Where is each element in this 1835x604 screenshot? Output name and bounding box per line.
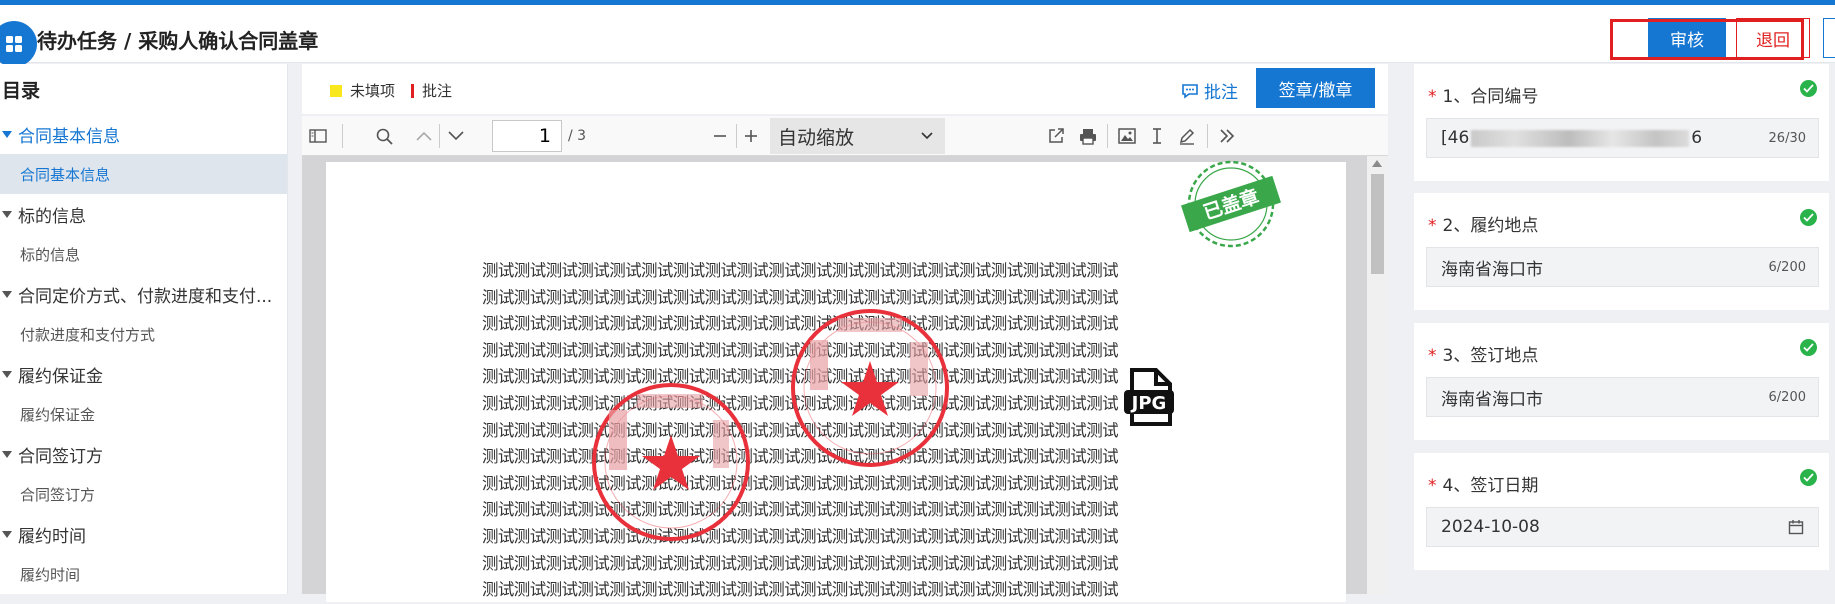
field-label: * 4、签订日期 (1428, 476, 1539, 496)
annotation-swatch (411, 83, 415, 98)
toc-sub-item[interactable]: 合同签订方 (0, 474, 287, 514)
redacted-text (1471, 129, 1690, 147)
unfilled-swatch (330, 84, 342, 97)
caret-down-icon (2, 210, 12, 218)
chevron-down-icon (921, 132, 933, 140)
caret-down-icon (2, 450, 12, 458)
caret-down-icon (2, 290, 12, 298)
scroll-up-icon[interactable] (1372, 160, 1382, 167)
toc-item-label: 履约时间 (18, 526, 86, 547)
company-seal-1 (592, 383, 750, 541)
toc-sub-item[interactable]: 合同基本信息 (0, 154, 287, 194)
toc-group-item[interactable]: 合同签订方 (0, 434, 287, 474)
sign-button[interactable]: 签章/撤章 (1256, 68, 1375, 108)
check-icon (1800, 80, 1817, 97)
toc-sidebar: 目录 合同基本信息 合同基本信息 标的信息 标的信息 合同定价方式、付款进度和支付...… (0, 64, 288, 594)
toc-item-label: 合同签订方 (18, 446, 103, 467)
annotate-button[interactable]: 批注 (1181, 78, 1238, 103)
document-viewer: 未填项 批注 批注 签章/撤章 / 3 (302, 64, 1388, 602)
zoom-select[interactable]: 自动缩放 (770, 118, 945, 154)
image-icon[interactable] (1115, 125, 1139, 147)
jpg-file-icon[interactable]: JPG (1122, 368, 1176, 428)
chevron-up-icon[interactable] (412, 125, 436, 147)
toc-group-item[interactable]: 履约保证金 (0, 354, 287, 394)
field-label: * 2、履约地点 (1428, 216, 1539, 236)
toc-item-label: 履约时间 (20, 565, 81, 584)
toc-sub-item[interactable]: 付款进度和支付方式 (0, 314, 287, 354)
more-tools-icon[interactable] (1215, 125, 1239, 147)
toc-item-label: 合同基本信息 (20, 165, 111, 184)
field-performance-location: * 2、履约地点 海南省海口市 6/200 (1414, 193, 1829, 310)
annotate-label: 批注 (1204, 83, 1238, 103)
toc-item-label: 履约保证金 (20, 405, 96, 424)
pdf-toolbar: / 3 自动缩放 (302, 116, 1388, 156)
zoom-in-icon[interactable] (739, 125, 763, 147)
toc-sub-item[interactable]: 履约保证金 (0, 394, 287, 434)
pen-icon[interactable] (1175, 125, 1199, 147)
field-label: * 1、合同编号 (1428, 87, 1539, 107)
check-icon (1800, 209, 1817, 226)
pdf-canvas-area: 测试测试测试测试测试测试测试测试测试测试测试测试测试测试测试测试测试测试测试测试… (302, 156, 1388, 602)
caret-down-icon (2, 530, 12, 538)
print-icon[interactable] (1076, 125, 1100, 147)
toc-group-item[interactable]: 标的信息 (0, 194, 287, 234)
toc-sub-item[interactable]: 履约时间 (0, 554, 287, 594)
legend-annotation-label: 批注 (422, 82, 453, 100)
toc-sub-item[interactable]: 标的信息 (0, 234, 287, 274)
toc-item-label: 标的信息 (18, 206, 86, 227)
header: 待办任务 / 采购人确认合同盖章 审核 退回 (0, 5, 1835, 67)
page-number-input[interactable] (492, 120, 562, 152)
caret-down-icon (2, 370, 12, 378)
char-count: 6/200 (1768, 390, 1806, 405)
field-signing-date: * 4、签订日期 2024-10-08 (1414, 453, 1829, 570)
text-cursor-icon[interactable] (1145, 125, 1169, 147)
viewer-action-bar: 未填项 批注 批注 签章/撤章 (302, 64, 1388, 114)
char-count: 26/30 (1768, 131, 1806, 146)
signing-date-input[interactable]: 2024-10-08 (1426, 507, 1819, 547)
page-title: 待办任务 / 采购人确认合同盖章 (37, 29, 319, 53)
performance-location-input[interactable]: 海南省海口市 6/200 (1426, 247, 1819, 287)
search-icon[interactable] (372, 125, 396, 147)
pdf-page: 测试测试测试测试测试测试测试测试测试测试测试测试测试测试测试测试测试测试测试测试… (326, 160, 1346, 602)
page-total: / 3 (568, 128, 587, 144)
toc-item-label: 标的信息 (20, 245, 81, 264)
toc-group-item[interactable]: 履约时间 (0, 514, 287, 554)
more-button[interactable] (1823, 18, 1835, 58)
toc-item-label: 合同签订方 (20, 485, 96, 504)
company-seal-2 (791, 309, 949, 467)
calendar-icon[interactable] (1788, 519, 1804, 535)
legend-unfilled-label: 未填项 (350, 82, 396, 100)
zoom-label: 自动缩放 (778, 126, 855, 149)
pdf-scrollbar[interactable] (1367, 156, 1388, 594)
caret-down-icon (2, 130, 12, 138)
scroll-thumb[interactable] (1371, 174, 1384, 274)
toc-item-label: 付款进度和支付方式 (20, 325, 156, 344)
chevron-down-icon[interactable] (444, 125, 468, 147)
toc-item-label: 合同基本信息 (18, 126, 120, 147)
char-count: 6/200 (1768, 260, 1806, 275)
annotation-highlight-box (1610, 19, 1804, 60)
toc-title: 目录 (2, 80, 41, 102)
signing-location-input[interactable]: 海南省海口市 6/200 (1426, 377, 1819, 417)
stamped-badge: 已盖章 (1181, 160, 1281, 248)
contract-number-input[interactable]: [46 6 26/30 (1426, 118, 1819, 158)
zoom-out-icon[interactable] (708, 125, 732, 147)
jpg-label: JPG (1130, 393, 1167, 414)
check-icon (1800, 339, 1817, 356)
toc-group-item[interactable]: 合同基本信息 (0, 114, 287, 154)
field-contract-number: * 1、合同编号 [46 6 26/30 (1414, 64, 1829, 181)
form-panel: * 1、合同编号 [46 6 26/30 * 2、履约地点 海南省海口市 6/200 … (1402, 64, 1835, 594)
app-grid-icon[interactable] (0, 21, 37, 67)
open-external-icon[interactable] (1044, 125, 1068, 147)
field-label: * 3、签订地点 (1428, 346, 1539, 366)
toc-item-label: 合同定价方式、付款进度和支付... (18, 286, 273, 307)
comment-icon (1182, 83, 1198, 99)
field-signing-location: * 3、签订地点 海南省海口市 6/200 (1414, 323, 1829, 440)
sidebar-toggle-icon[interactable] (306, 125, 330, 147)
toc-item-label: 履约保证金 (18, 366, 103, 387)
toc-group-item[interactable]: 合同定价方式、付款进度和支付... (0, 274, 287, 314)
toc-list: 合同基本信息 合同基本信息 标的信息 标的信息 合同定价方式、付款进度和支付... 付款进… (0, 114, 287, 594)
check-icon (1800, 469, 1817, 486)
legend: 未填项 批注 (330, 80, 452, 101)
